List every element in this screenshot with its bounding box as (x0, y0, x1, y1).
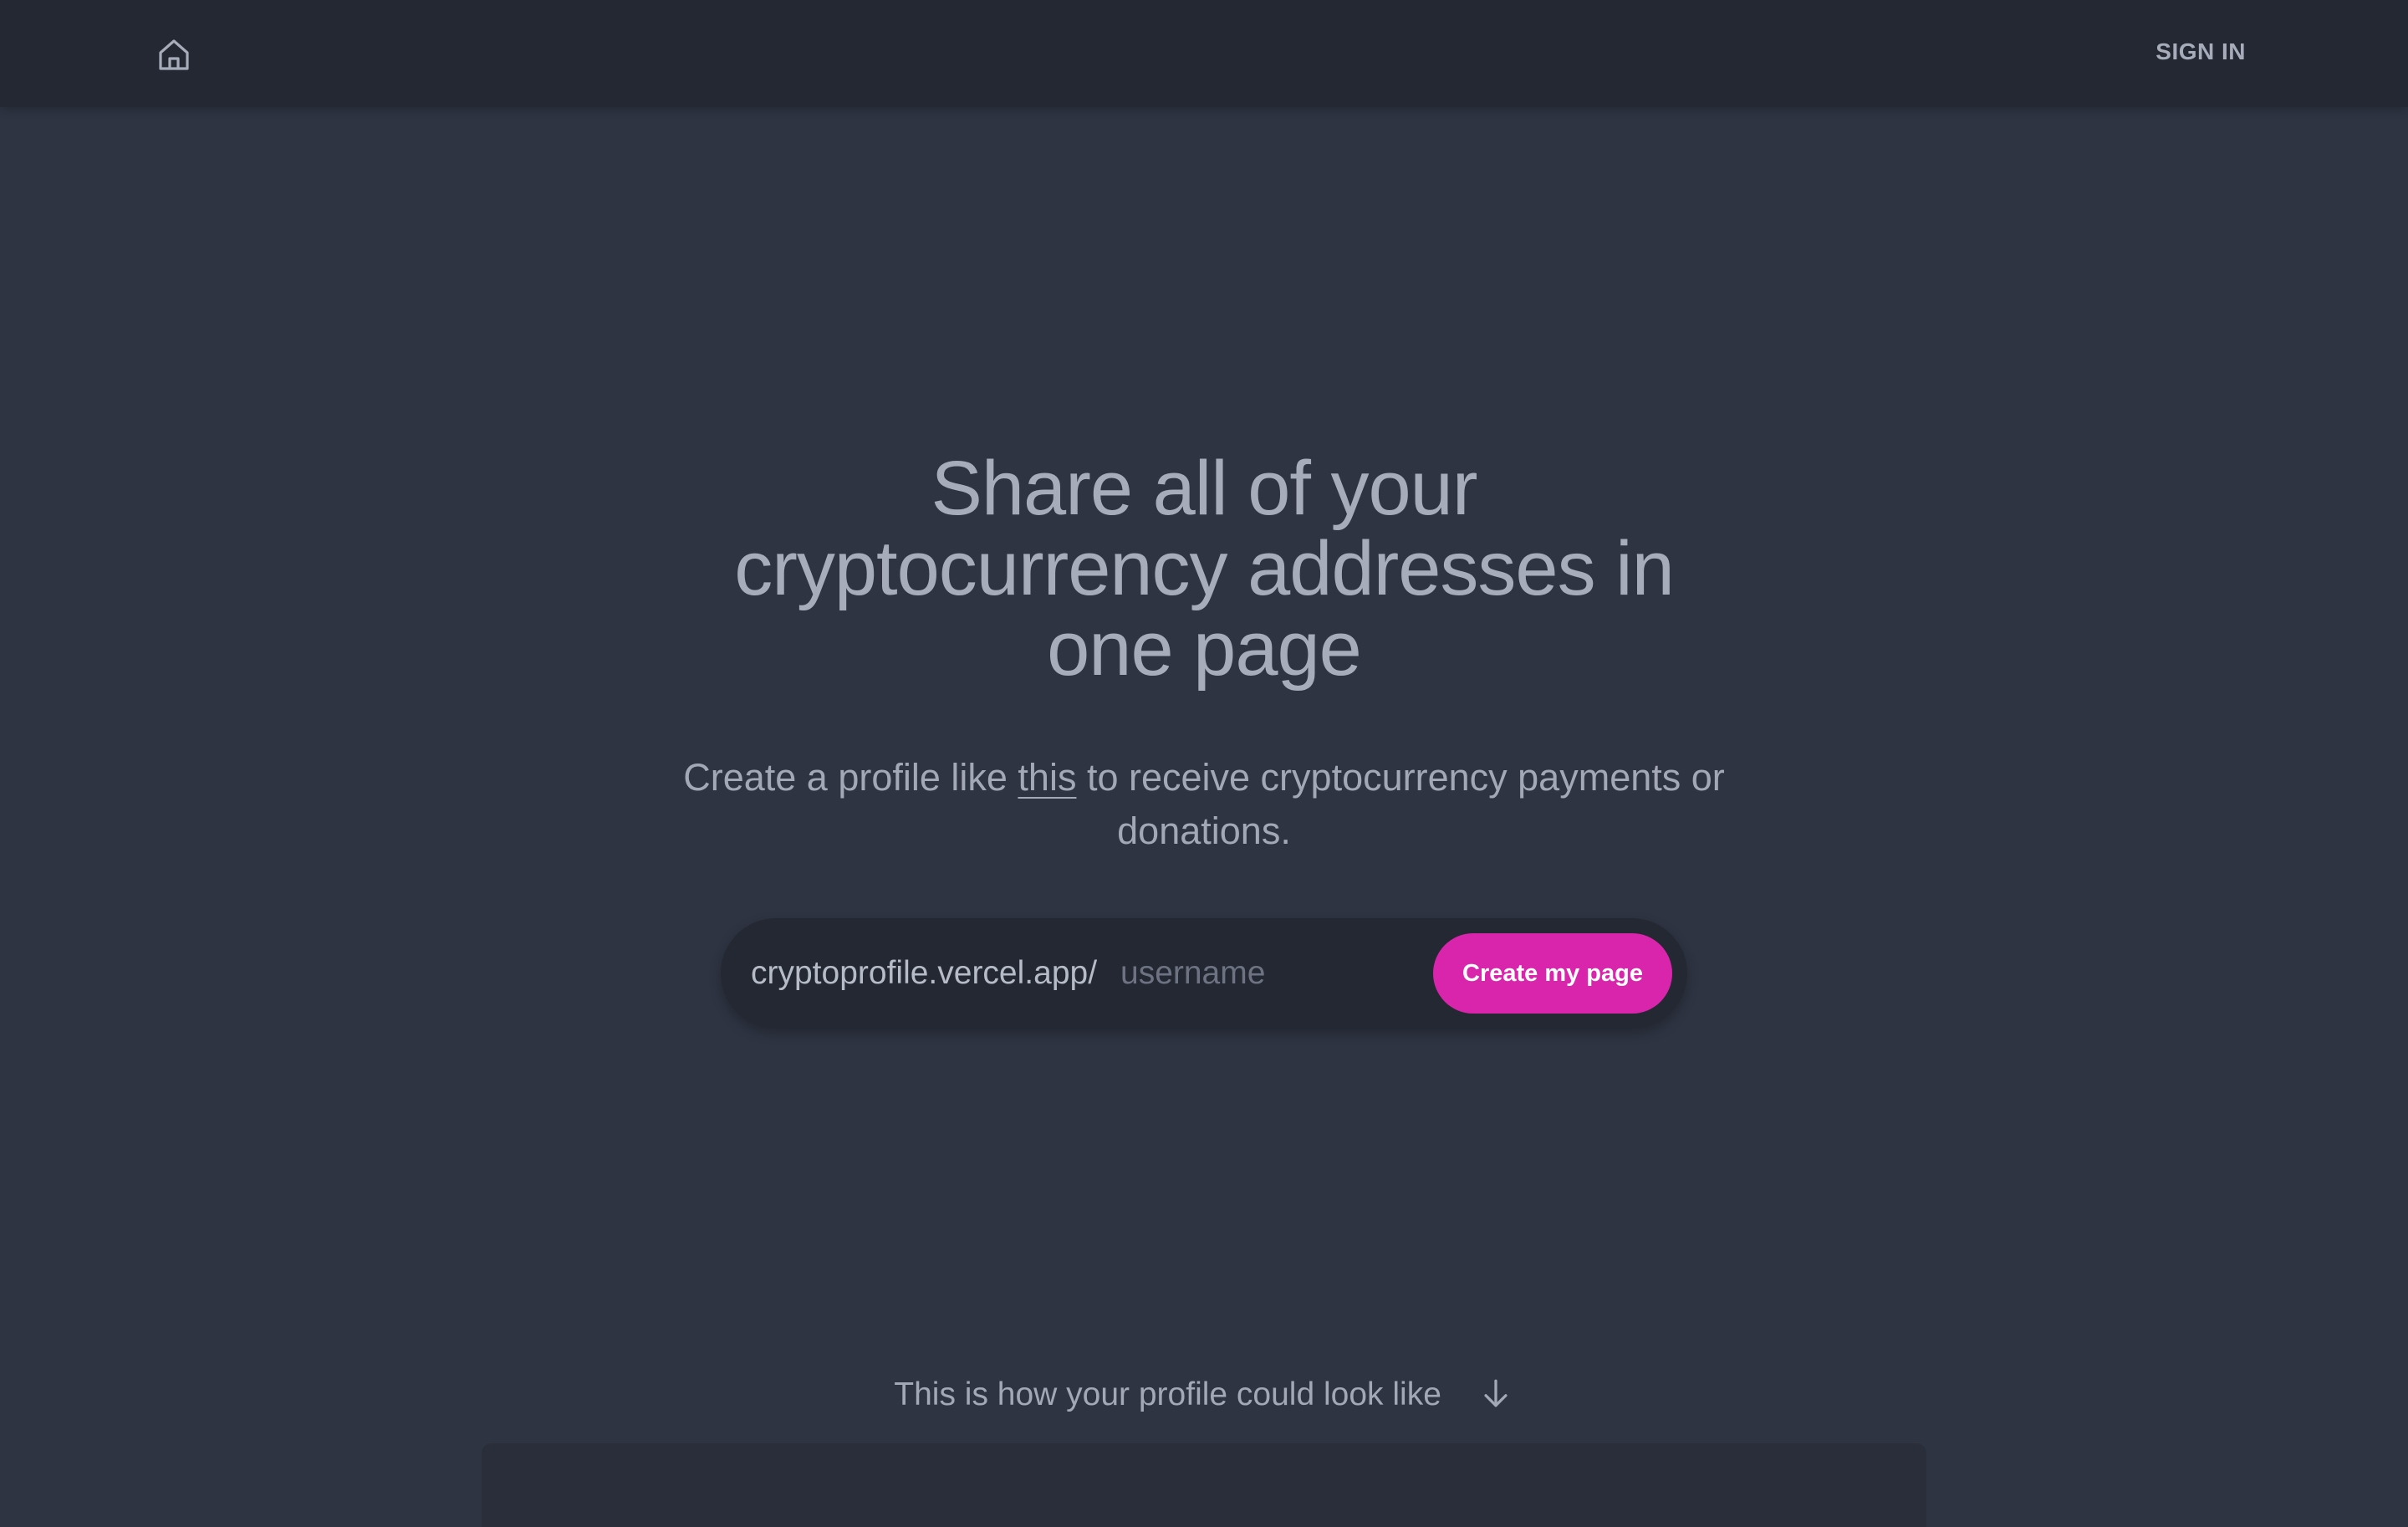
home-link[interactable] (150, 32, 197, 79)
create-my-page-button[interactable]: Create my page (1433, 933, 1672, 1014)
top-nav-bar: SIGN IN (0, 0, 2408, 107)
profile-preview-panel (482, 1443, 1926, 1527)
hero-subtitle: Create a profile like this to receive cr… (656, 751, 1752, 858)
url-prefix: cryptoprofile.vercel.app/ (751, 955, 1098, 991)
home-icon (159, 39, 189, 70)
subtitle-text-after: to receive cryptocurrency payments or do… (1076, 756, 1725, 852)
hero-title: Share all of your cryptocurrency address… (734, 446, 1675, 692)
hero-section: Share all of your cryptocurrency address… (0, 448, 2408, 689)
preview-caption-text: This is how your profile could look like (894, 1376, 1441, 1412)
create-profile-form: cryptoprofile.vercel.app/ Create my page (721, 918, 1687, 1029)
subtitle-text-before: Create a profile like (683, 756, 1018, 799)
preview-caption: This is how your profile could look like (0, 1371, 2408, 1418)
arrow-down-icon (1484, 1379, 1508, 1407)
hero-subtitle-section: Create a profile like this to receive cr… (0, 751, 2408, 858)
username-input[interactable] (1120, 948, 1309, 998)
example-profile-link[interactable]: this (1018, 756, 1076, 799)
sign-in-link[interactable]: SIGN IN (2155, 38, 2246, 65)
